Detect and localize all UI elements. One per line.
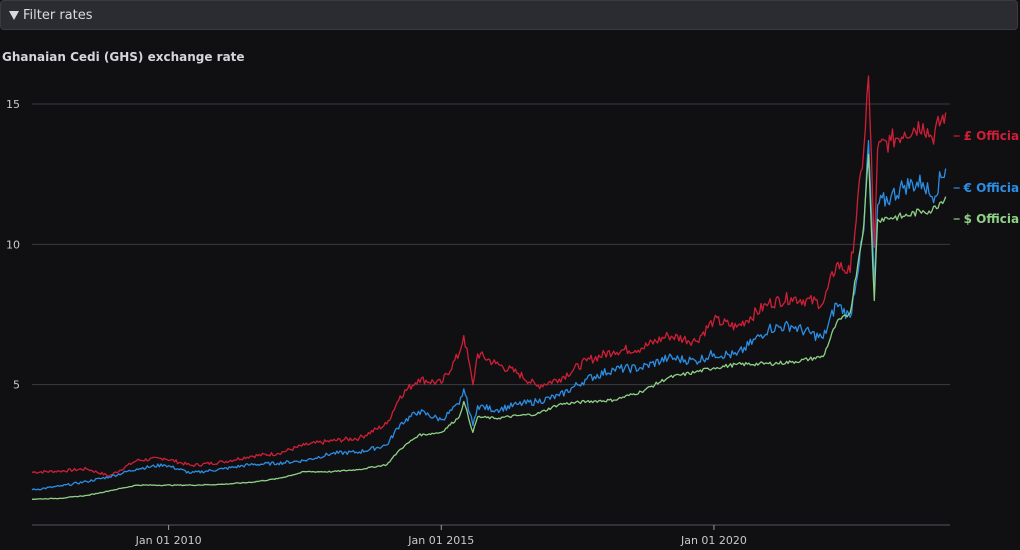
series-line-1 (31, 139, 947, 491)
x-tick-label: Jan 01 2015 (407, 534, 474, 547)
y-tick-label: 15 (6, 98, 20, 111)
x-tick-label: Jan 01 2010 (135, 534, 202, 547)
y-tick-label: 5 (13, 379, 20, 392)
y-tick-label: 10 (6, 238, 20, 251)
series-line-0 (32, 75, 947, 477)
axes: 5 10 15 Jan 01 2010 Jan 01 2015 Jan 01 2020 (6, 98, 950, 547)
series-lines (31, 75, 947, 500)
series-line-2 (31, 153, 947, 500)
series-label: £ Official (964, 129, 1020, 143)
series-label: $ Official (964, 212, 1020, 226)
grid-lines (32, 103, 950, 386)
x-tick-label: Jan 01 2020 (680, 534, 747, 547)
series-label: € Official (963, 181, 1020, 195)
series-labels: £ Official € Official $ Official (953, 129, 1020, 226)
exchange-rate-chart: 5 10 15 Jan 01 2010 Jan 01 2015 Jan 01 2020 £… (6, 75, 1020, 547)
